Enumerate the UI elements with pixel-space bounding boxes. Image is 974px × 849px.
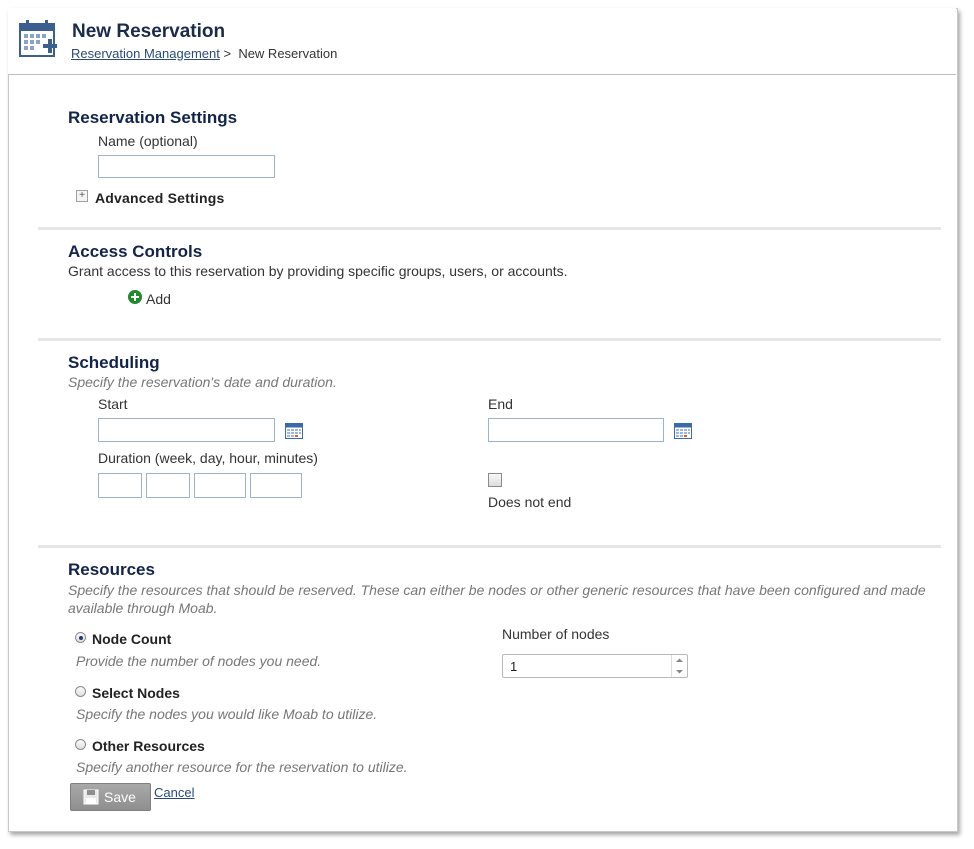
- radio-node-count[interactable]: [75, 632, 86, 643]
- duration-minutes-input[interactable]: [250, 473, 302, 498]
- breadcrumb: Reservation Management > New Reservation: [71, 46, 337, 61]
- chevron-down-icon[interactable]: [672, 666, 687, 677]
- duration-label: Duration (week, day, hour, minutes): [98, 450, 318, 466]
- section-title-resources: Resources: [68, 560, 155, 579]
- number-of-nodes-spinner[interactable]: 1: [502, 654, 688, 678]
- spinner-buttons: [671, 655, 687, 677]
- start-date-input[interactable]: [98, 418, 275, 442]
- section-divider: [38, 227, 941, 230]
- node-count-hint: Provide the number of nodes you need.: [76, 653, 322, 669]
- radio-select-nodes[interactable]: [75, 686, 86, 697]
- advanced-settings-expand-icon[interactable]: +: [76, 190, 88, 202]
- does-not-end-checkbox[interactable]: [488, 473, 502, 487]
- select-nodes-label[interactable]: Select Nodes: [92, 685, 180, 701]
- section-title-reservation-settings: Reservation Settings: [68, 108, 238, 127]
- number-of-nodes-value: 1: [510, 659, 518, 674]
- end-label: End: [488, 396, 513, 412]
- floppy-disk-icon: [83, 789, 99, 805]
- save-button[interactable]: Save: [70, 783, 151, 811]
- advanced-settings-toggle[interactable]: Advanced Settings: [95, 190, 224, 206]
- calendar-icon[interactable]: [285, 423, 303, 439]
- calendar-icon[interactable]: [674, 423, 692, 439]
- radio-other-resources[interactable]: [75, 739, 86, 750]
- start-label: Start: [98, 396, 128, 412]
- page-title: New Reservation: [72, 21, 226, 42]
- does-not-end-label: Does not end: [488, 494, 572, 510]
- other-resources-label[interactable]: Other Resources: [92, 738, 205, 754]
- resources-description: Specify the resources that should be res…: [68, 582, 926, 616]
- breadcrumb-separator: >: [223, 46, 232, 61]
- access-controls-description: Grant access to this reservation by prov…: [68, 263, 568, 279]
- section-title-scheduling: Scheduling: [68, 353, 160, 372]
- add-label: Add: [146, 291, 171, 307]
- plus-circle-icon: [128, 290, 142, 304]
- duration-days-input[interactable]: [146, 473, 190, 498]
- section-divider: [38, 545, 941, 548]
- page-header: New Reservation Reservation Management >…: [8, 8, 956, 75]
- breadcrumb-link-reservation-management[interactable]: Reservation Management: [71, 46, 220, 61]
- name-label: Name (optional): [98, 133, 198, 149]
- number-of-nodes-label: Number of nodes: [502, 626, 610, 642]
- duration-hours-input[interactable]: [194, 473, 246, 498]
- node-count-label[interactable]: Node Count: [92, 631, 171, 647]
- section-divider: [38, 338, 941, 341]
- end-date-input[interactable]: [488, 418, 664, 442]
- scheduling-description: Specify the reservation's date and durat…: [68, 374, 337, 390]
- name-input[interactable]: [98, 155, 275, 178]
- cancel-link[interactable]: Cancel: [154, 785, 194, 800]
- select-nodes-hint: Specify the nodes you would like Moab to…: [76, 706, 378, 722]
- section-title-access-controls: Access Controls: [68, 242, 203, 261]
- save-label: Save: [104, 789, 136, 805]
- breadcrumb-current: New Reservation: [238, 46, 338, 61]
- duration-weeks-input[interactable]: [98, 473, 142, 498]
- other-resources-hint: Specify another resource for the reserva…: [76, 759, 408, 775]
- calendar-add-icon: [19, 20, 57, 57]
- chevron-up-icon[interactable]: [672, 655, 687, 666]
